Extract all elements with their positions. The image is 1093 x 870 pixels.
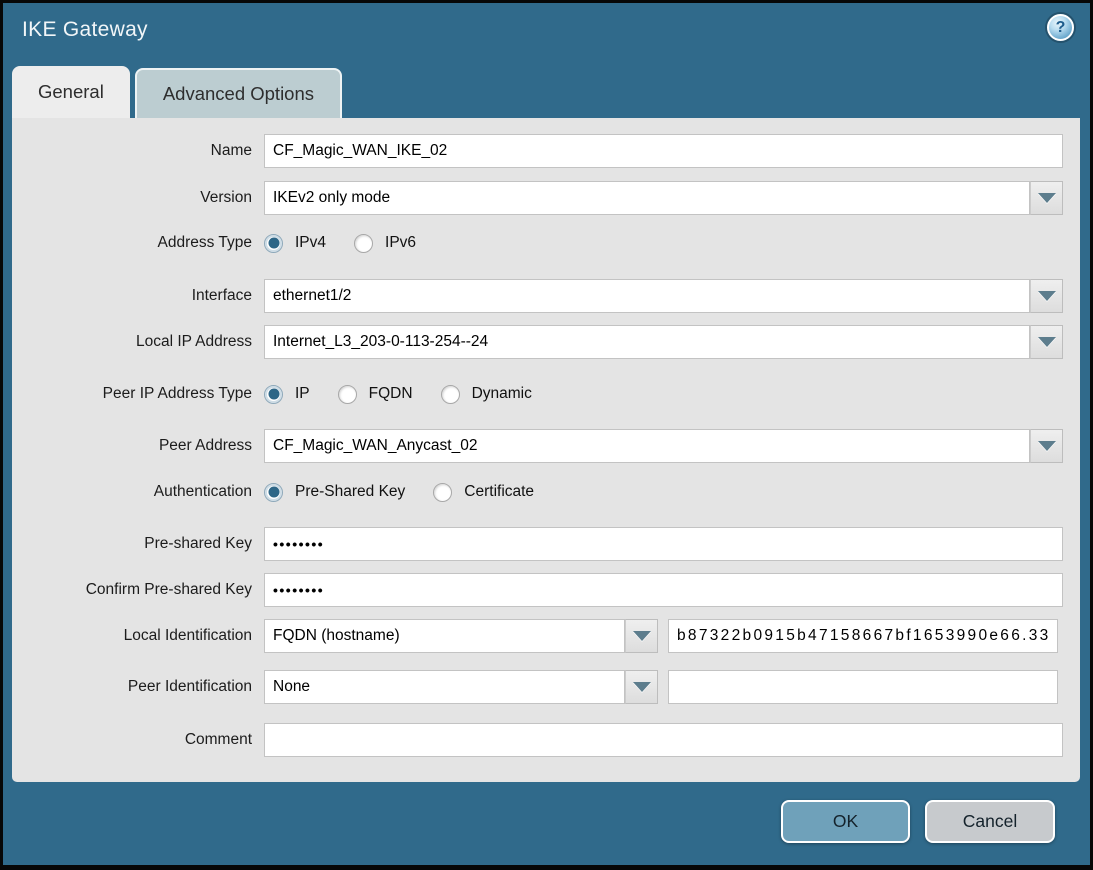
ike-gateway-dialog: IKE Gateway ? General Advanced Options N… (3, 3, 1090, 865)
tab-advanced-options[interactable]: Advanced Options (135, 68, 342, 118)
radio-fqdn-label: FQDN (369, 385, 413, 403)
local-ip-address-select[interactable]: Internet_L3_203-0-113-254--24 (264, 325, 1030, 359)
local-ip-address-label: Local IP Address (12, 325, 252, 359)
name-row: Name CF_Magic_WAN_IKE_02 (12, 134, 1080, 168)
peer-address-label: Peer Address (12, 429, 252, 463)
pre-shared-key-label: Pre-shared Key (12, 527, 252, 561)
question-mark-glyph: ? (1056, 19, 1066, 37)
radio-ipv6[interactable]: IPv6 (354, 234, 416, 253)
local-identification-dropdown-button[interactable] (625, 619, 658, 653)
general-tab-panel: Name CF_Magic_WAN_IKE_02 Version IKEv2 o… (12, 118, 1080, 782)
version-label: Version (12, 181, 252, 215)
address-type-label: Address Type (12, 230, 252, 256)
version-dropdown-button[interactable] (1030, 181, 1063, 215)
peer-address-dropdown-button[interactable] (1030, 429, 1063, 463)
tab-general[interactable]: General (12, 66, 130, 118)
radio-ipv6-circle (354, 234, 373, 253)
radio-ipv4-circle (264, 234, 283, 253)
local-identification-value-input[interactable]: b87322b0915b47158667bf1653990e66.33 (668, 619, 1058, 653)
version-row: Version IKEv2 only mode (12, 181, 1080, 215)
radio-certificate[interactable]: Certificate (433, 483, 534, 502)
help-icon[interactable]: ? (1047, 14, 1074, 41)
local-identification-type-select[interactable]: FQDN (hostname) (264, 619, 625, 653)
interface-row: Interface ethernet1/2 (12, 279, 1080, 313)
radio-pre-shared-key-label: Pre-Shared Key (295, 483, 405, 501)
radio-pre-shared-key[interactable]: Pre-Shared Key (264, 483, 405, 502)
radio-fqdn[interactable]: FQDN (338, 385, 413, 404)
pre-shared-key-input[interactable]: •••••••• (264, 527, 1063, 561)
peer-identification-value-input[interactable] (668, 670, 1058, 704)
pre-shared-key-row: Pre-shared Key •••••••• (12, 527, 1080, 561)
radio-dynamic[interactable]: Dynamic (441, 385, 532, 404)
comment-input[interactable] (264, 723, 1063, 757)
peer-address-select[interactable]: CF_Magic_WAN_Anycast_02 (264, 429, 1030, 463)
chevron-down-icon (1038, 193, 1056, 203)
name-input[interactable]: CF_Magic_WAN_IKE_02 (264, 134, 1063, 168)
local-identification-label: Local Identification (12, 619, 252, 653)
interface-dropdown-button[interactable] (1030, 279, 1063, 313)
radio-ip-circle (264, 385, 283, 404)
confirm-pre-shared-key-label: Confirm Pre-shared Key (12, 573, 252, 607)
authentication-row: Authentication Pre-Shared Key Certificat… (12, 479, 1080, 505)
peer-identification-row: Peer Identification None (12, 670, 1080, 704)
confirm-pre-shared-key-row: Confirm Pre-shared Key •••••••• (12, 573, 1080, 607)
address-type-row: Address Type IPv4 IPv6 (12, 230, 1080, 256)
local-ip-address-row: Local IP Address Internet_L3_203-0-113-2… (12, 325, 1080, 359)
radio-certificate-circle (433, 483, 452, 502)
confirm-pre-shared-key-input[interactable]: •••••••• (264, 573, 1063, 607)
radio-fqdn-circle (338, 385, 357, 404)
interface-select[interactable]: ethernet1/2 (264, 279, 1030, 313)
chevron-down-icon (633, 631, 651, 641)
local-identification-row: Local Identification FQDN (hostname) b87… (12, 619, 1080, 653)
radio-pre-shared-key-circle (264, 483, 283, 502)
radio-ipv4-label: IPv4 (295, 234, 326, 252)
cancel-button[interactable]: Cancel (925, 800, 1055, 843)
peer-ip-address-type-label: Peer IP Address Type (12, 381, 252, 407)
radio-ipv6-label: IPv6 (385, 234, 416, 252)
ok-button[interactable]: OK (781, 800, 910, 843)
radio-ip-label: IP (295, 385, 310, 403)
peer-identification-dropdown-button[interactable] (625, 670, 658, 704)
peer-identification-label: Peer Identification (12, 670, 252, 704)
radio-ipv4[interactable]: IPv4 (264, 234, 326, 253)
chevron-down-icon (1038, 291, 1056, 301)
comment-label: Comment (12, 723, 252, 757)
version-select[interactable]: IKEv2 only mode (264, 181, 1030, 215)
peer-identification-type-select[interactable]: None (264, 670, 625, 704)
local-ip-address-dropdown-button[interactable] (1030, 325, 1063, 359)
dialog-title: IKE Gateway (22, 18, 148, 42)
chevron-down-icon (1038, 441, 1056, 451)
radio-dynamic-label: Dynamic (472, 385, 532, 403)
tab-bar: General Advanced Options (12, 66, 342, 118)
peer-ip-address-type-row: Peer IP Address Type IP FQDN Dynamic (12, 381, 1080, 407)
chevron-down-icon (633, 682, 651, 692)
radio-certificate-label: Certificate (464, 483, 534, 501)
authentication-label: Authentication (12, 479, 252, 505)
interface-label: Interface (12, 279, 252, 313)
peer-address-row: Peer Address CF_Magic_WAN_Anycast_02 (12, 429, 1080, 463)
comment-row: Comment (12, 723, 1080, 757)
radio-dynamic-circle (441, 385, 460, 404)
chevron-down-icon (1038, 337, 1056, 347)
radio-ip[interactable]: IP (264, 385, 310, 404)
name-label: Name (12, 134, 252, 168)
